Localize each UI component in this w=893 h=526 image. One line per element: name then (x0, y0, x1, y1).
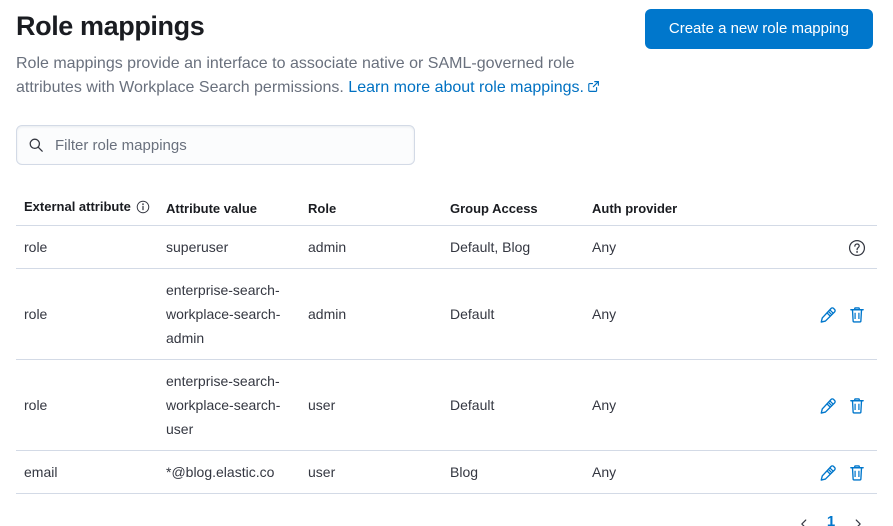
cell-role: user (300, 359, 442, 451)
cell-role: admin (300, 225, 442, 269)
page-number-1[interactable]: 1 (819, 513, 843, 526)
current-page-label: 1 (824, 513, 838, 526)
row-actions (726, 268, 877, 360)
cell-auth-provider: Any (584, 450, 726, 494)
role-mappings-table: External attribute Attribute value Role … (16, 192, 877, 494)
table-row: email *@blog.elastic.co user Blog Any (16, 450, 877, 494)
cell-attribute-value: enterprise-search-workplace-search-user (158, 359, 300, 451)
table-row: role enterprise-search-workplace-search-… (16, 268, 877, 360)
column-header-group-access: Group Access (442, 192, 584, 226)
learn-more-link-label: Learn more about role mappings. (348, 79, 584, 96)
cell-attribute-value: superuser (158, 225, 300, 269)
table-header-row: External attribute Attribute value Role … (16, 192, 877, 226)
page-header: Role mappings Role mappings provide an i… (16, 8, 877, 100)
row-actions (726, 225, 877, 269)
cell-group-access: Default (442, 268, 584, 360)
cell-auth-provider: Any (584, 359, 726, 451)
column-header-role: Role (300, 192, 442, 226)
filter-search-box (16, 125, 415, 165)
chevron-right-icon (855, 519, 861, 526)
table-row: role superuser admin Default, Blog Any (16, 225, 877, 269)
edit-icon-button[interactable] (819, 464, 837, 482)
help-icon[interactable] (848, 239, 866, 257)
chevron-left-icon (801, 519, 807, 526)
info-icon[interactable] (136, 200, 150, 217)
next-page-button[interactable] (845, 511, 871, 526)
column-header-attribute-value: Attribute value (158, 192, 300, 226)
cell-external-attribute: role (16, 225, 158, 269)
cell-external-attribute: role (16, 359, 158, 451)
previous-page-button[interactable] (791, 511, 817, 526)
column-header-actions (726, 192, 877, 226)
cell-group-access: Default, Blog (442, 225, 584, 269)
column-header-label: External attribute (24, 199, 131, 214)
delete-icon-button[interactable] (848, 397, 866, 415)
edit-icon-button[interactable] (819, 306, 837, 324)
cell-auth-provider: Any (584, 225, 726, 269)
page-description: Role mappings provide an interface to as… (16, 52, 616, 100)
filter-role-mappings-input[interactable] (16, 125, 415, 165)
pagination: 1 (16, 511, 877, 526)
header-text-block: Role mappings Role mappings provide an i… (16, 8, 616, 100)
column-header-auth-provider: Auth provider (584, 192, 726, 226)
cell-auth-provider: Any (584, 268, 726, 360)
cell-attribute-value: enterprise-search-workplace-search-admin (158, 268, 300, 360)
column-header-external-attribute: External attribute (16, 192, 158, 226)
external-link-icon (588, 81, 599, 92)
row-actions (726, 359, 877, 451)
cell-external-attribute: email (16, 450, 158, 494)
cell-group-access: Blog (442, 450, 584, 494)
cell-external-attribute: role (16, 268, 158, 360)
table-body: role superuser admin Default, Blog Any r… (16, 225, 877, 494)
cell-attribute-value: *@blog.elastic.co (158, 450, 300, 494)
table-row: role enterprise-search-workplace-search-… (16, 359, 877, 451)
cell-group-access: Default (442, 359, 584, 451)
cell-role: admin (300, 268, 442, 360)
cell-role: user (300, 450, 442, 494)
role-mappings-page: Role mappings Role mappings provide an i… (0, 0, 893, 526)
edit-icon-button[interactable] (819, 397, 837, 415)
create-role-mapping-button[interactable]: Create a new role mapping (644, 9, 873, 49)
delete-icon-button[interactable] (848, 464, 866, 482)
row-actions (726, 450, 877, 494)
delete-icon-button[interactable] (848, 306, 866, 324)
page-title: Role mappings (16, 11, 205, 41)
learn-more-link[interactable]: Learn more about role mappings. (348, 79, 600, 96)
